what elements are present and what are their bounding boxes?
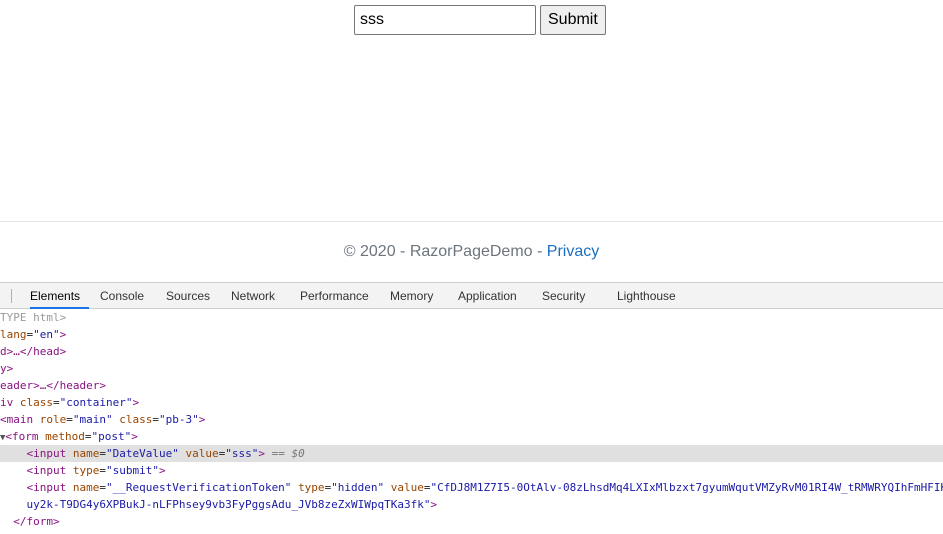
footer-divider	[0, 221, 943, 222]
tag-text: <input	[26, 481, 67, 494]
date-value-input[interactable]	[354, 5, 536, 35]
dom-node-input-token[interactable]: <input name="__RequestVerificationToken"…	[0, 479, 943, 496]
attr-name: type	[298, 481, 325, 494]
privacy-link[interactable]: Privacy	[547, 243, 599, 260]
page-footer: © 2020 - RazorPageDemo - Privacy	[0, 243, 943, 261]
attr-name: class	[119, 413, 153, 426]
dom-node-head[interactable]: d>…</head>	[0, 343, 943, 360]
tab-console[interactable]: Console	[100, 283, 144, 309]
dom-node-doctype[interactable]: TYPE html>	[0, 309, 943, 326]
tab-elements[interactable]: Elements	[30, 283, 89, 309]
tab-memory[interactable]: Memory	[390, 283, 433, 309]
attr-name: name	[72, 447, 100, 460]
tag-text: eader>…</header>	[0, 379, 106, 392]
attr-value: "hidden"	[331, 481, 385, 494]
attr-name: method	[45, 430, 85, 443]
attr-value: "CfDJ8M1Z7I5-0OtAlv-08zLhsdMq4LXIxMlbzxt…	[430, 481, 943, 494]
attr-value: uy2k-T9DG4y6XPBukJ-nLFPhsey9vb3FyPggsAdu…	[26, 498, 431, 511]
tab-performance[interactable]: Performance	[300, 283, 369, 309]
tag-text: <form	[5, 430, 39, 443]
attr-name: type	[72, 464, 100, 477]
tab-application[interactable]: Application	[458, 283, 517, 309]
attr-value: "main"	[72, 413, 113, 426]
tab-network[interactable]: Network	[231, 283, 275, 309]
attr-name: name	[72, 481, 100, 494]
dom-node-main[interactable]: <main role="main" class="pb-3">	[0, 411, 943, 428]
dom-node-form[interactable]: ▼<form method="post">	[0, 428, 943, 445]
attr-name: value	[390, 481, 424, 494]
devtools-tabbar: Elements Console Sources Network Perform…	[0, 282, 943, 309]
attr-value: "sss"	[225, 447, 259, 460]
dom-node-body[interactable]: y>	[0, 360, 943, 377]
attr-value: "pb-3"	[159, 413, 199, 426]
tabbar-separator	[11, 289, 12, 303]
attr-name: class	[19, 396, 53, 409]
attr-value: "DateValue"	[106, 447, 179, 460]
dom-tree: TYPE html> lang="en"> d>…</head> y> eade…	[0, 309, 943, 530]
attr-value: "__RequestVerificationToken"	[106, 481, 292, 494]
dom-node-form-close[interactable]: </form>	[0, 513, 943, 530]
dom-node-input-submit[interactable]: <input type="submit">	[0, 462, 943, 479]
selected-node-marker: == $0	[271, 447, 305, 460]
dom-node-div-container[interactable]: iv class="container">	[0, 394, 943, 411]
tag-text: y>	[0, 362, 14, 375]
tag-text: main	[6, 413, 34, 426]
tab-sources[interactable]: Sources	[166, 283, 210, 309]
dom-node-input-token-cont[interactable]: uy2k-T9DG4y6XPBukJ-nLFPhsey9vb3FyPggsAdu…	[0, 496, 943, 513]
attr-name: value	[185, 447, 219, 460]
tag-text: </form>	[13, 515, 60, 528]
footer-copyright: © 2020 - RazorPageDemo -	[343, 243, 547, 260]
attr-value: "submit"	[106, 464, 159, 477]
tab-security[interactable]: Security	[542, 283, 585, 309]
tag-text: d>…</head>	[0, 345, 67, 358]
tab-lighthouse[interactable]: Lighthouse	[617, 283, 676, 309]
devtools-panel: Elements Console Sources Network Perform…	[0, 282, 943, 534]
tag-text: iv	[0, 396, 14, 409]
attr-value: "container"	[59, 396, 133, 409]
dom-node-html[interactable]: lang="en">	[0, 326, 943, 343]
attr-name: lang	[0, 328, 27, 341]
attr-name: role	[39, 413, 67, 426]
submit-button[interactable]: Submit	[540, 5, 606, 35]
attr-value: "post"	[91, 430, 132, 443]
tag-text: <input	[26, 464, 67, 477]
dom-node-input-datevalue[interactable]: <input name="DateValue" value="sss"> == …	[0, 445, 943, 462]
tag-text: <input	[26, 447, 67, 460]
doctype-text: TYPE html>	[0, 311, 67, 324]
attr-value: "en"	[33, 328, 60, 341]
dom-node-header[interactable]: eader>…</header>	[0, 377, 943, 394]
date-form: Submit	[354, 5, 606, 35]
